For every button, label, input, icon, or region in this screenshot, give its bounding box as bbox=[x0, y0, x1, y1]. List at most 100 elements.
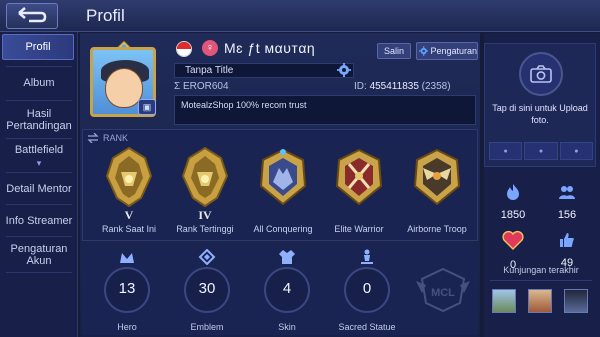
fire-icon bbox=[507, 184, 519, 200]
achievement-airborne-troop[interactable]: Airborne Troop bbox=[401, 144, 473, 240]
upload-instruction: Tap di sini untuk Upload foto. bbox=[492, 103, 588, 125]
stat-label: Hero bbox=[117, 322, 137, 332]
emblem-icon bbox=[198, 249, 216, 265]
photo-slots: ● ● ● bbox=[489, 142, 593, 160]
stat-emblem[interactable]: 30 Emblem bbox=[172, 249, 242, 335]
wolf-badge-icon bbox=[259, 148, 307, 206]
flag-icon bbox=[176, 41, 192, 57]
stat-value: 4 bbox=[282, 280, 292, 297]
upload-photo-box[interactable]: Tap di sini untuk Upload foto. ● ● ● bbox=[484, 43, 596, 167]
stat-skin[interactable]: 4 Skin bbox=[252, 249, 322, 335]
skin-icon bbox=[279, 250, 295, 264]
divider bbox=[6, 66, 72, 67]
id-value: 455411835 bbox=[369, 81, 419, 92]
divider bbox=[6, 236, 72, 237]
visitor-avatar[interactable] bbox=[492, 289, 516, 313]
rank-label: Airborne Troop bbox=[407, 224, 467, 234]
copy-button[interactable]: Salin bbox=[377, 43, 411, 59]
avatar[interactable]: ▣ bbox=[82, 41, 166, 125]
right-panel: Tap di sini untuk Upload foto. ● ● ● 185… bbox=[484, 33, 600, 337]
server-name: Σ EROR604 bbox=[174, 81, 229, 92]
sidebar-item-detail-mentor[interactable]: Detail Mentor bbox=[0, 174, 78, 204]
player-name: Mɛ ƒt мαυтαη bbox=[224, 40, 316, 56]
hero-icon bbox=[120, 253, 134, 263]
gear-icon bbox=[419, 46, 429, 56]
divider bbox=[6, 138, 72, 139]
stats-panel: 13 Hero 30 Emblem 4 Skin 0 Sacred Statue… bbox=[82, 245, 478, 335]
stat-sacred-statue[interactable]: 0 Sacred Statue bbox=[332, 249, 402, 335]
likes-stat[interactable]: 49 bbox=[540, 231, 594, 269]
rank-tier: V bbox=[124, 208, 134, 222]
title-settings-icon[interactable] bbox=[337, 63, 351, 77]
sidebar-item-battlefield[interactable]: Battlefield ▾ bbox=[0, 140, 78, 172]
sidebar-item-pengaturan-akun[interactable]: Pengaturan Akun bbox=[0, 238, 78, 272]
sidebar-item-profil[interactable]: Profil bbox=[2, 34, 74, 60]
back-button[interactable] bbox=[6, 3, 58, 29]
sidebar-item-label: Detail Mentor bbox=[6, 183, 72, 195]
settings-label: Pengaturan bbox=[430, 46, 477, 56]
followers-stat[interactable]: 156 bbox=[540, 183, 594, 221]
signature-text[interactable]: MotealzShop 100% recom trust bbox=[174, 95, 476, 125]
profile-main: ▣ ♀ Mɛ ƒt мαυтαη Salin Pengaturan Tanpa … bbox=[80, 33, 480, 337]
stat-value: 0 bbox=[362, 280, 372, 297]
photo-slot-icon[interactable]: ● bbox=[559, 142, 593, 160]
sidebar: Profil Album Hasil Pertandingan Battlefi… bbox=[0, 32, 78, 337]
sidebar-item-label: Album bbox=[23, 77, 55, 89]
achievement-all-conquering[interactable]: All Conquering bbox=[247, 144, 319, 240]
back-arrow-icon bbox=[18, 7, 47, 23]
divider bbox=[6, 100, 72, 101]
recent-visitors-label: Kunjungan terakhir bbox=[503, 265, 579, 275]
rank-highest[interactable]: IV Rank Tertinggi bbox=[169, 144, 241, 240]
rank-mythic-emblem-icon bbox=[181, 146, 229, 208]
sidebar-item-label: Pengaturan Akun bbox=[10, 243, 68, 267]
rank-label: Elite Warrior bbox=[334, 224, 384, 234]
followers-value: 156 bbox=[557, 209, 577, 221]
sidebar-item-label: Battlefield bbox=[14, 143, 64, 156]
visitor-avatar[interactable] bbox=[528, 289, 552, 313]
wings-badge-icon bbox=[413, 148, 461, 206]
popularity-stat: 1850 bbox=[486, 183, 540, 221]
stat-label: Skin bbox=[278, 322, 296, 332]
stat-label: Sacred Statue bbox=[338, 322, 396, 332]
camera-icon[interactable]: ▣ bbox=[138, 99, 156, 115]
rank-header: RANK bbox=[87, 133, 128, 143]
sidebar-item-label: Hasil Pertandingan bbox=[6, 108, 72, 132]
divider bbox=[6, 272, 72, 273]
chevron-down-icon: ▾ bbox=[36, 157, 42, 168]
sidebar-item-hasil-pertandingan[interactable]: Hasil Pertandingan bbox=[0, 102, 78, 138]
gender-female-icon: ♀ bbox=[202, 40, 218, 56]
upload-camera-button[interactable] bbox=[519, 52, 563, 96]
rank-mythic-emblem-icon bbox=[105, 146, 153, 208]
camera-icon bbox=[530, 65, 552, 83]
page-title: Profil bbox=[86, 6, 125, 25]
heart-icon bbox=[502, 230, 524, 250]
people-icon bbox=[559, 186, 575, 199]
rank-current[interactable]: V Rank Saat Ini bbox=[93, 144, 165, 240]
sidebar-item-info-streamer[interactable]: Info Streamer bbox=[0, 206, 78, 236]
swords-badge-icon bbox=[335, 148, 383, 206]
photo-slot-icon[interactable]: ● bbox=[524, 142, 558, 160]
rank-header-label: RANK bbox=[103, 133, 129, 143]
achievement-elite-warrior[interactable]: Elite Warrior bbox=[323, 144, 395, 240]
rank-swap-icon bbox=[87, 133, 99, 143]
svg-text:MCL: MCL bbox=[431, 287, 455, 299]
sidebar-item-label: Info Streamer bbox=[5, 215, 73, 227]
statue-icon bbox=[361, 249, 373, 264]
photo-slot-icon[interactable]: ● bbox=[489, 142, 523, 160]
rank-label: All Conquering bbox=[253, 224, 313, 234]
divider bbox=[6, 172, 72, 173]
stat-hero[interactable]: 13 Hero bbox=[92, 249, 162, 335]
id-label: ID: bbox=[354, 81, 370, 92]
stat-value: 30 bbox=[198, 280, 216, 297]
sidebar-item-album[interactable]: Album bbox=[0, 68, 78, 98]
id-extra: (2358) bbox=[418, 81, 451, 92]
rank-tier: IV bbox=[198, 208, 212, 222]
player-id: ID: 455411835 (2358) bbox=[354, 81, 451, 92]
mcl-logo-icon: MCL bbox=[416, 267, 470, 313]
stat-label: Emblem bbox=[190, 322, 224, 332]
rank-label: Rank Saat Ini bbox=[101, 224, 157, 234]
rank-label: Rank Tertinggi bbox=[176, 224, 234, 234]
settings-button[interactable]: Pengaturan bbox=[416, 42, 478, 60]
thumbs-up-icon bbox=[560, 233, 574, 247]
visitor-avatar[interactable] bbox=[564, 289, 588, 313]
